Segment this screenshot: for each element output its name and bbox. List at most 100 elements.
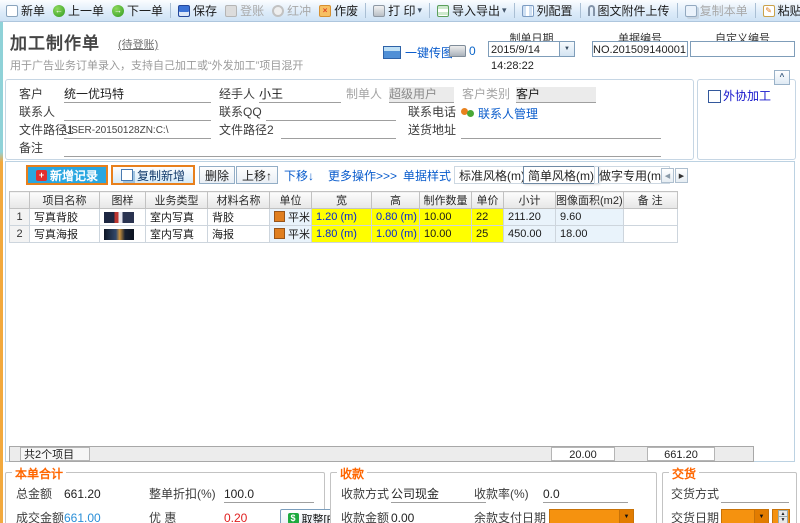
date-dropdown-button[interactable]: [559, 42, 574, 56]
unit-cell[interactable]: 平米: [269, 208, 312, 226]
void-button[interactable]: 作废: [315, 1, 362, 20]
balance-date-combo[interactable]: [549, 509, 634, 523]
col-height[interactable]: 高: [371, 191, 420, 209]
doc-style-link[interactable]: 单据样式: [401, 166, 453, 184]
col-picture[interactable]: 图样: [99, 191, 146, 209]
import-export-button[interactable]: 导入导出: [433, 1, 511, 20]
next-order-button[interactable]: 下一单: [108, 1, 167, 20]
col-material[interactable]: 材料名称: [207, 191, 270, 209]
style-simple-button[interactable]: 简单风格(m): [523, 166, 599, 184]
more-actions-link[interactable]: 更多操作>>>: [326, 166, 399, 184]
scroll-right-button[interactable]: [675, 168, 688, 183]
column-config-button[interactable]: 列配置: [518, 1, 577, 20]
col-item-name[interactable]: 项目名称: [29, 191, 100, 209]
discount-field[interactable]: 100.0: [224, 487, 314, 503]
style-signage-button[interactable]: 做字专用(m): [594, 166, 670, 184]
item-thumbnail[interactable]: [104, 228, 134, 240]
post-ledger-button[interactable]: 登账: [221, 1, 268, 20]
attachment-upload-button[interactable]: 图文附件上传: [584, 1, 674, 20]
table-row[interactable]: 1 写真背胶 室内写真 背胶 平米 1.20 (m) 0.80 (m) 10.0…: [9, 208, 678, 226]
delivery-date-combo[interactable]: [721, 509, 769, 523]
note-cell[interactable]: [622, 208, 678, 226]
favor-field[interactable]: 0.20: [224, 511, 274, 523]
copy-order-button[interactable]: 复制本单: [681, 1, 752, 20]
col-note[interactable]: 备 注: [622, 191, 678, 209]
unit-cell[interactable]: 平米: [269, 225, 312, 243]
delete-row-button[interactable]: 删除: [199, 166, 236, 184]
customer-form-box: 客户 统一优玛特 经手人 小王 制单人 超级用户 客户类别 客户 联系人 联系Q…: [5, 79, 694, 160]
toolbar-separator: [676, 3, 678, 18]
col-image-area[interactable]: 图像面积(m2): [555, 191, 624, 209]
item-thumbnail[interactable]: [104, 211, 134, 223]
new-order-button[interactable]: 新单: [2, 1, 49, 20]
style-standard-button[interactable]: 标准风格(m): [454, 166, 530, 184]
delivery-method-field[interactable]: [721, 487, 789, 503]
print-button[interactable]: 打 印: [369, 1, 426, 20]
delivery-date-spinner[interactable]: [772, 509, 790, 523]
scroll-left-button[interactable]: [661, 168, 674, 183]
biz-type-cell[interactable]: 室内写真: [145, 208, 208, 226]
save-button[interactable]: 保存: [174, 1, 221, 20]
delivery-address-field[interactable]: [461, 123, 661, 139]
customer-label: 客户: [19, 87, 44, 101]
contact-qq-field[interactable]: [266, 105, 396, 121]
payment-amount-field[interactable]: 0.00: [391, 511, 486, 523]
totals-legend: 本单合计: [12, 465, 67, 482]
handler-field[interactable]: 小王: [259, 87, 341, 103]
contact-manager-link[interactable]: 联系人管理: [478, 105, 538, 122]
combo-dropdown-button[interactable]: [619, 510, 633, 523]
outsource-checkbox[interactable]: [708, 90, 721, 103]
width-cell[interactable]: 1.20 (m): [311, 208, 372, 226]
note-cell[interactable]: [622, 225, 678, 243]
qty-cell[interactable]: 10.00: [419, 225, 472, 243]
height-cell[interactable]: 0.80 (m): [371, 208, 420, 226]
copy-add-button[interactable]: 复制新增: [111, 165, 195, 185]
qty-total: 20.00: [551, 447, 615, 461]
col-subtotal[interactable]: 小计: [503, 191, 556, 209]
qty-cell[interactable]: 10.00: [419, 208, 472, 226]
order-no-field[interactable]: NO.201509140001: [592, 41, 688, 57]
material-cell[interactable]: 海报: [207, 225, 270, 243]
table-row[interactable]: 2 写真海报 室内写真 海报 平米 1.80 (m) 1.00 (m) 10.0…: [9, 225, 678, 243]
status-badge[interactable]: (待登账): [118, 36, 158, 52]
remark-field[interactable]: [64, 141, 661, 157]
col-biz-type[interactable]: 业务类型: [145, 191, 208, 209]
add-record-button[interactable]: 新增记录: [26, 165, 108, 185]
red-flush-button[interactable]: 红冲: [268, 1, 315, 20]
col-width[interactable]: 宽: [311, 191, 372, 209]
dollar-icon: [287, 513, 299, 523]
order-date-field[interactable]: 2015/9/14 14:28:22: [488, 41, 575, 72]
file-path2-field[interactable]: [281, 123, 396, 139]
height-cell[interactable]: 1.00 (m): [371, 225, 420, 243]
item-name-cell[interactable]: 写真海报: [29, 225, 100, 243]
material-cell[interactable]: 背胶: [207, 208, 270, 226]
custom-no-field[interactable]: [690, 41, 795, 57]
unit-color-swatch: [274, 211, 285, 222]
col-rownum[interactable]: [9, 191, 30, 209]
prev-order-button[interactable]: 上一单: [49, 1, 108, 20]
width-cell[interactable]: 1.80 (m): [311, 225, 372, 243]
customer-field[interactable]: 统一优玛特: [64, 87, 211, 103]
remark-label: 备注: [19, 141, 44, 155]
contact-field[interactable]: [64, 105, 211, 121]
file-path1-field[interactable]: USER-20150128ZN:C:\: [64, 123, 211, 139]
col-price[interactable]: 单价: [471, 191, 504, 209]
move-down-link[interactable]: 下移↓: [282, 166, 316, 184]
copy-add-label: 复制新增: [136, 168, 185, 183]
combo-dropdown-button[interactable]: [754, 510, 768, 523]
price-cell[interactable]: 25: [471, 225, 504, 243]
paste-screenshot-button[interactable]: 粘贴截图: [759, 1, 800, 20]
deal-amount-field[interactable]: 661.00: [64, 511, 142, 523]
print-count-icon[interactable]: [449, 45, 466, 57]
move-up-button[interactable]: 上移↑: [236, 166, 279, 184]
biz-type-cell[interactable]: 室内写真: [145, 225, 208, 243]
col-qty[interactable]: 制作数量: [419, 191, 472, 209]
item-name-cell[interactable]: 写真背胶: [29, 208, 100, 226]
price-cell[interactable]: 22: [471, 208, 504, 226]
col-unit[interactable]: 单位: [269, 191, 312, 209]
payment-method-field[interactable]: 公司现金: [391, 487, 486, 503]
payment-rate-field[interactable]: 0.0: [543, 487, 628, 503]
collapse-panel-button[interactable]: [774, 70, 790, 85]
one-key-upload-link[interactable]: 一键传图: [383, 44, 453, 61]
delivery-date-label: 交货日期: [671, 511, 720, 523]
